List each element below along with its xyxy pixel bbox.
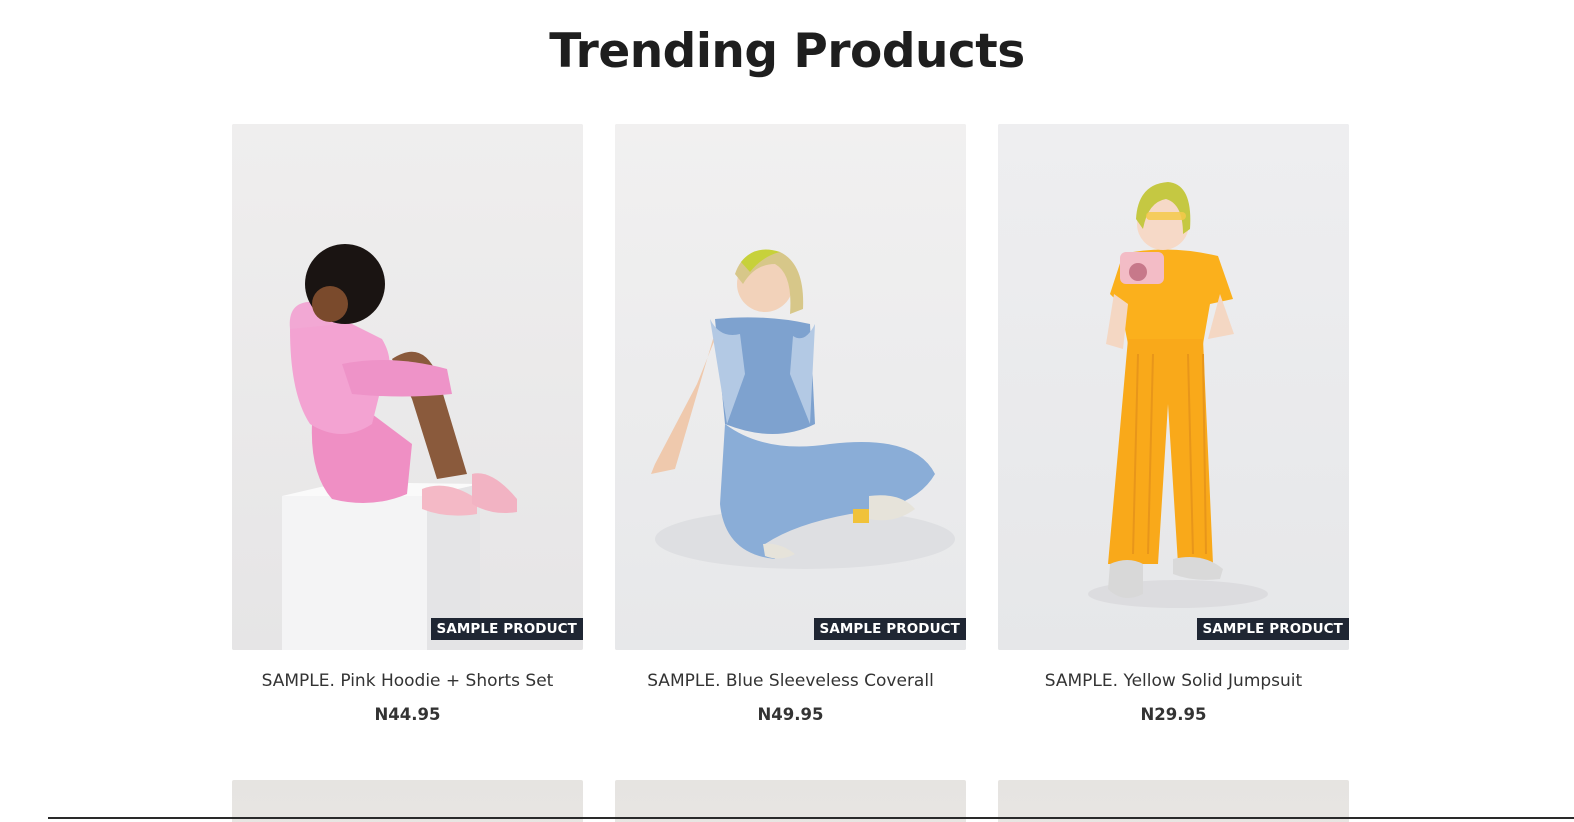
- sample-product-badge: SAMPLE PRODUCT: [1196, 618, 1349, 640]
- product-image-partial[interactable]: [998, 780, 1349, 822]
- product-image-partial[interactable]: [232, 780, 583, 822]
- trending-products-page: Trending Products SAMPLE PRODUCT SAMPLE.…: [0, 0, 1574, 822]
- product-grid-row-2: [232, 780, 1349, 822]
- viewport-bottom-divider: [48, 817, 1574, 819]
- product-image[interactable]: SAMPLE PRODUCT: [998, 124, 1349, 650]
- product-price: N49.95: [757, 705, 824, 724]
- product-title[interactable]: SAMPLE. Blue Sleeveless Coverall: [615, 670, 966, 692]
- product-image[interactable]: SAMPLE PRODUCT: [232, 124, 583, 650]
- product-price: N44.95: [374, 705, 441, 724]
- sample-product-badge: SAMPLE PRODUCT: [813, 618, 966, 640]
- product-image-partial[interactable]: [615, 780, 966, 822]
- product-title[interactable]: SAMPLE. Yellow Solid Jumpsuit: [998, 670, 1349, 692]
- product-card[interactable]: SAMPLE PRODUCT SAMPLE. Pink Hoodie + Sho…: [232, 124, 583, 725]
- section-title: Trending Products: [549, 24, 1025, 79]
- kid-denim-coverall-photo: [615, 124, 966, 650]
- product-card[interactable]: SAMPLE PRODUCT SAMPLE. Yellow Solid Jump…: [998, 124, 1349, 725]
- product-card[interactable]: SAMPLE PRODUCT SAMPLE. Blue Sleeveless C…: [615, 124, 966, 725]
- sample-product-badge: SAMPLE PRODUCT: [430, 618, 583, 640]
- product-grid: SAMPLE PRODUCT SAMPLE. Pink Hoodie + Sho…: [232, 124, 1349, 725]
- kid-yellow-jumpsuit-photo: [998, 124, 1349, 650]
- product-image[interactable]: SAMPLE PRODUCT: [615, 124, 966, 650]
- girl-pink-hoodie-photo: [232, 124, 583, 650]
- product-price: N29.95: [1140, 705, 1207, 724]
- product-title[interactable]: SAMPLE. Pink Hoodie + Shorts Set: [232, 670, 583, 692]
